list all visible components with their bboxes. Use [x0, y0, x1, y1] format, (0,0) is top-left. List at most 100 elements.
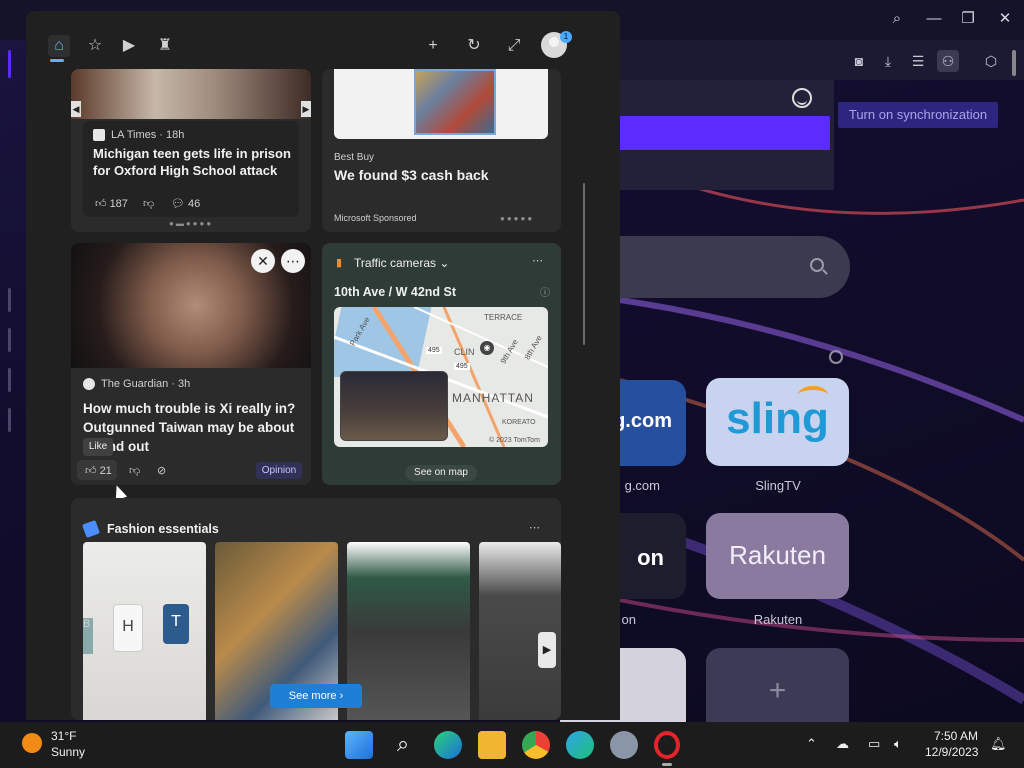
volume-muted-icon[interactable]: 🔈︎ [894, 736, 902, 752]
camera-pin-icon[interactable]: ◉ [480, 341, 494, 355]
news-source: The Guardian · 3h [83, 378, 190, 391]
plus-icon[interactable]: + [422, 35, 444, 57]
camera-snapshot[interactable] [340, 371, 448, 441]
chevron-up-icon[interactable]: ⌃ [806, 736, 817, 752]
profile-icon[interactable]: ⚇ [937, 50, 959, 72]
carousel-dots[interactable]: ●●●●● [500, 214, 534, 223]
see-on-map-button[interactable]: See on map [405, 465, 477, 481]
star-add-icon[interactable]: ☆ [84, 35, 106, 57]
like-button[interactable]: 👍︎ 21 [85, 464, 112, 477]
comment-button[interactable]: 💬︎ 46 [171, 197, 200, 210]
carousel-next-icon[interactable]: ▶ [538, 632, 556, 668]
ad-image [334, 69, 548, 139]
more-options-icon[interactable]: ⋯ [529, 521, 540, 534]
product-image[interactable] [479, 542, 561, 720]
browser-scrollbar[interactable] [1012, 50, 1016, 76]
restore-icon[interactable]: ❐ [956, 8, 980, 30]
file-explorer-icon[interactable] [478, 731, 506, 759]
ad-card[interactable]: Best Buy We found $3 cash back Microsoft… [322, 69, 561, 232]
search-icon[interactable]: ⌕ [885, 8, 909, 30]
carousel-prev-icon[interactable]: ◀ [71, 101, 81, 117]
widgets-header: ⌂ ☆ ▶ ♜ + ↻ ⤢ 1 [26, 11, 620, 69]
info-icon[interactable]: ⓘ [540, 284, 550, 299]
dislike-icon[interactable]: 👎︎ [143, 197, 154, 210]
fashion-card[interactable]: Fashion essentials ⋯ H T B See more › ▶ [71, 498, 561, 720]
clock-date[interactable]: 12/9/2023 [925, 745, 978, 759]
camera-icon[interactable]: ◙ [848, 50, 870, 72]
map-label: KOREATO [502, 419, 536, 426]
fashion-title: Fashion essentials [107, 522, 219, 536]
sync-button[interactable]: Turn on synchronization [838, 102, 998, 128]
mug-letter: T [163, 604, 189, 644]
traffic-title[interactable]: Traffic cameras ⌄ [354, 256, 449, 270]
news-headline[interactable]: Michigan teen gets life in prison for Ox… [93, 145, 293, 179]
search-icon[interactable]: ⌕ [389, 731, 417, 759]
weather-temp[interactable]: 31°F [51, 729, 76, 743]
trophy-icon[interactable]: ♜ [154, 35, 176, 57]
more-options-icon[interactable]: ⋯ [281, 249, 305, 273]
home-icon[interactable]: ⌂ [48, 35, 70, 57]
traffic-location: 10th Ave / W 42nd St [334, 285, 457, 299]
close-icon[interactable]: ✕ [251, 249, 275, 273]
edge-pre-icon[interactable] [434, 731, 462, 759]
extensions-cube-icon[interactable]: ⬡ [980, 50, 1002, 72]
network-icon[interactable]: ▭ [868, 736, 880, 752]
search-icon[interactable] [810, 258, 824, 272]
dislike-icon[interactable]: 👎︎ [129, 464, 140, 477]
download-icon[interactable]: ⤓ [877, 50, 899, 72]
see-more-button[interactable]: See more › [270, 684, 362, 708]
sidebar-tick[interactable] [8, 408, 11, 432]
traffic-map[interactable]: MANHATTAN TERRACE CLIN KOREATO Park Ave … [334, 307, 548, 447]
minimize-icon[interactable]: — [922, 8, 946, 30]
map-credit: © 2023 TomTom [489, 437, 540, 444]
close-icon[interactable]: ✕ [993, 8, 1017, 30]
smile-icon[interactable] [792, 88, 812, 108]
speed-dial-rakuten[interactable]: Rakuten [706, 513, 849, 599]
speed-dial-slingtv[interactable]: sling [706, 378, 849, 466]
settings-icon[interactable] [610, 731, 638, 759]
ad-headline[interactable]: We found $3 cash back [334, 167, 544, 184]
news-card[interactable]: ◀ ▶ LA Times · 18h Michigan teen gets li… [71, 69, 311, 232]
map-label: TERRACE [484, 313, 523, 322]
sidebar-tick[interactable] [8, 368, 11, 392]
like-tooltip: Like [83, 438, 113, 456]
notification-badge: 1 [560, 31, 572, 43]
map-label: MANHATTAN [452, 391, 534, 405]
widgets-panel: ⌂ ☆ ▶ ♜ + ↻ ⤢ 1 ◀ ▶ LA Times · 18h Michi… [26, 11, 620, 720]
map-label: 495 [426, 347, 442, 354]
sidebar-tick[interactable] [8, 328, 11, 352]
carousel-dots[interactable]: ●▬●●●● [169, 219, 213, 228]
publisher-logo-icon [93, 129, 105, 142]
feed-scrollbar[interactable] [583, 183, 585, 345]
easy-setup-icon[interactable]: ☰ [907, 50, 929, 72]
speed-dial-label: Rakuten [753, 612, 803, 627]
opera-icon[interactable] [654, 731, 680, 759]
comment-off-icon[interactable]: ⊘ [157, 464, 166, 477]
chrome-icon[interactable] [522, 731, 550, 759]
product-image[interactable]: H T B [83, 542, 206, 720]
onedrive-icon[interactable]: ☁ [836, 736, 849, 752]
news-headline[interactable]: How much trouble is Xi really in? Outgun… [83, 399, 305, 456]
weather-desc[interactable]: Sunny [51, 745, 85, 759]
map-label: 495 [454, 363, 470, 370]
carousel-next-icon[interactable]: ▶ [301, 101, 311, 117]
traffic-card[interactable]: ▮ Traffic cameras ⌄ ⋯ 10th Ave / W 42nd … [322, 243, 561, 485]
refresh-icon[interactable]: ↻ [463, 35, 485, 57]
sidebar-tick[interactable] [8, 288, 11, 312]
start-icon[interactable] [345, 731, 373, 759]
sidebar-active-tick[interactable] [8, 50, 11, 78]
clock-time[interactable]: 7:50 AM [934, 729, 978, 743]
settings-icon[interactable] [829, 350, 843, 364]
active-app-indicator [662, 763, 672, 766]
notification-bell-icon[interactable]: 🔔︎ [990, 736, 1007, 752]
like-button[interactable]: 👍︎ 187 [95, 197, 128, 210]
news-card[interactable]: ✕ ⋯ The Guardian · 3h How much trouble i… [71, 243, 311, 485]
product-image[interactable] [347, 542, 470, 720]
weather-sun-icon[interactable] [22, 733, 42, 753]
speed-dial-add[interactable]: + [706, 648, 849, 722]
expand-icon[interactable]: ⤢ [503, 35, 525, 57]
more-options-icon[interactable]: ⋯ [532, 254, 543, 267]
mug-letter: H [113, 604, 143, 652]
play-icon[interactable]: ▶ [118, 35, 140, 57]
edge-icon[interactable] [566, 731, 594, 759]
